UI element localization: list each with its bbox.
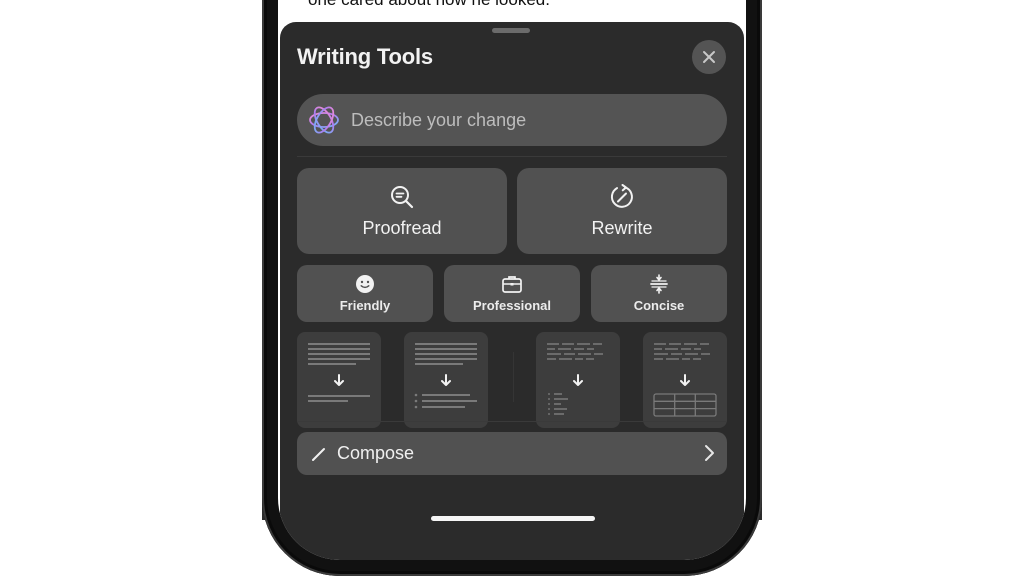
xmark-icon (703, 51, 715, 63)
sheet-title: Writing Tools (297, 44, 433, 69)
compress-icon (650, 274, 668, 294)
rewrite-label: Rewrite (591, 217, 653, 238)
close-button[interactable] (692, 40, 726, 74)
pencil-icon (312, 447, 325, 461)
proofread-label: Proofread (362, 217, 442, 238)
compose-label: Compose (337, 443, 415, 463)
rewrite-button[interactable]: Rewrite (517, 168, 727, 254)
professional-label: Professional (472, 298, 552, 313)
divider (297, 156, 727, 157)
phone-screen: one cared about how he looked. Writing T… (278, 0, 746, 560)
chevron-right-icon (705, 445, 714, 461)
document-text: one cared about how he looked. (308, 0, 550, 10)
format-divider (513, 352, 514, 402)
compose-button[interactable]: Compose (297, 432, 727, 475)
describe-change-input[interactable] (351, 109, 711, 131)
concise-label: Concise (633, 298, 685, 313)
rewrite-circle-pencil-icon (610, 183, 633, 208)
key-points-doc-icon (404, 332, 488, 428)
sheet-grabber[interactable] (492, 28, 530, 33)
summary-doc-icon (297, 332, 381, 428)
magnifier-text-icon (391, 185, 414, 208)
smiley-face-icon (356, 275, 374, 293)
friendly-label: Friendly (339, 298, 391, 313)
writing-tools-sheet: Writing Tools Describe your change Proof… (280, 22, 744, 560)
apple-intelligence-icon (309, 106, 339, 134)
professional-button[interactable]: Professional (444, 265, 580, 322)
briefcase-icon (502, 276, 522, 293)
list-doc-icon (536, 332, 620, 428)
describe-change-field[interactable] (297, 94, 727, 146)
table-doc-icon (643, 332, 727, 428)
home-indicator[interactable] (431, 516, 595, 521)
concise-button[interactable]: Concise (591, 265, 727, 322)
friendly-button[interactable]: Friendly (297, 265, 433, 322)
divider (297, 421, 727, 422)
proofread-button[interactable]: Proofread (297, 168, 507, 254)
